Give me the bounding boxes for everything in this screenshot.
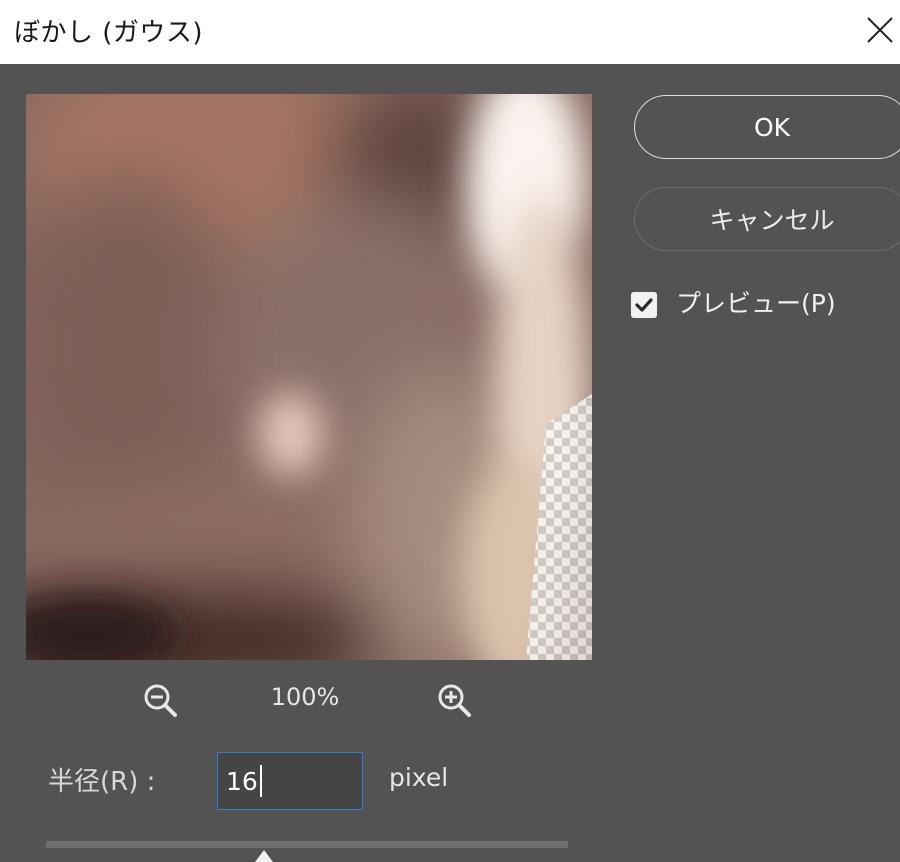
preview-checkbox-label[interactable]: プレビュー(P) <box>676 284 836 320</box>
preview-checkbox[interactable] <box>631 292 657 318</box>
cancel-button[interactable]: キャンセル <box>634 187 900 251</box>
ok-button[interactable]: OK <box>634 95 900 159</box>
radius-label: 半径(R) : <box>48 767 156 797</box>
blurred-photo <box>26 94 592 660</box>
zoom-level: 100% <box>270 683 340 711</box>
dialog-title: ぼかし (ガウス) <box>14 18 204 48</box>
slider-thumb-icon[interactable] <box>255 850 273 862</box>
radius-unit: pixel <box>389 763 449 792</box>
zoom-in-icon[interactable] <box>434 680 476 722</box>
text-caret <box>260 765 262 797</box>
radius-slider[interactable] <box>46 841 568 848</box>
radius-input[interactable] <box>217 752 363 810</box>
dialog-titlebar: ぼかし (ガウス) <box>0 0 900 64</box>
zoom-out-icon[interactable] <box>140 680 182 722</box>
close-icon[interactable] <box>862 12 898 48</box>
preview-image[interactable] <box>26 94 592 660</box>
